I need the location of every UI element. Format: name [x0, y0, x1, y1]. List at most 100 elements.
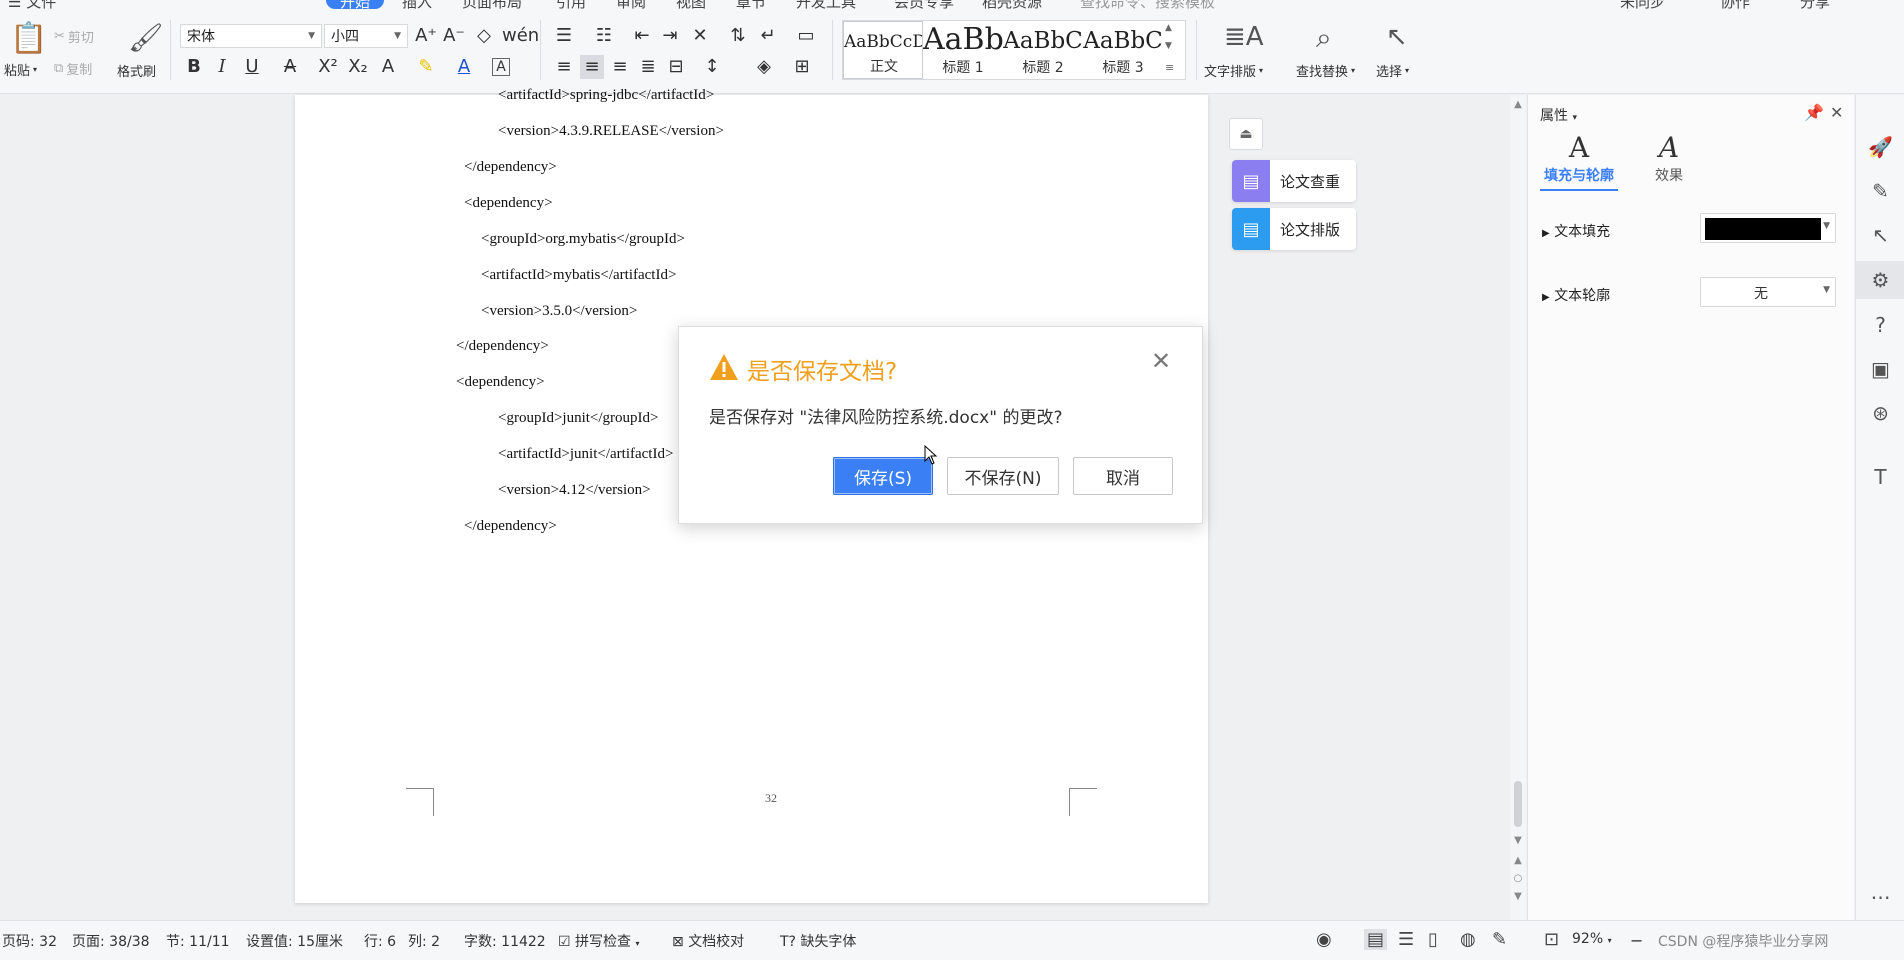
web-view-icon[interactable]: ◍: [1460, 929, 1476, 950]
gallery-down-icon[interactable]: ▼: [1165, 41, 1172, 51]
image-tools-icon[interactable]: ▣: [1856, 357, 1904, 381]
text-outline-row[interactable]: ▶ 文本轮廓: [1542, 285, 1610, 305]
close-icon[interactable]: ✕: [1830, 103, 1843, 122]
close-icon[interactable]: ✕: [1151, 349, 1171, 373]
scroll-down-icon[interactable]: ▼: [1510, 835, 1526, 846]
align-center-icon[interactable]: ≡: [580, 55, 604, 79]
missing-font-button[interactable]: T? 缺失字体: [780, 931, 856, 951]
text-layout-button[interactable]: 文字排版 ▾: [1204, 61, 1263, 80]
cancel-button[interactable]: 取消: [1073, 457, 1173, 495]
cursor-icon[interactable]: ↖: [1856, 223, 1904, 247]
line-spacing-icon[interactable]: ↕: [700, 55, 724, 79]
format-painter-icon[interactable]: 🖌: [128, 24, 164, 52]
collaborate-button[interactable]: 协作: [1720, 0, 1750, 10]
text-fill-color-picker[interactable]: ▼: [1700, 213, 1836, 243]
outline-view-icon[interactable]: ☰: [1398, 929, 1414, 950]
sort-icon[interactable]: ⇅: [726, 24, 750, 48]
bullet-list-icon[interactable]: ☰: [552, 24, 576, 48]
file-menu[interactable]: ☰ 文件: [8, 0, 56, 10]
paste-button[interactable]: 粘贴 ▾: [4, 60, 37, 79]
align-left-icon[interactable]: ≡: [552, 55, 576, 79]
justify-icon[interactable]: ≣: [636, 55, 660, 79]
status-page-code[interactable]: 页码: 32: [2, 931, 57, 951]
style-normal[interactable]: AaBbCcDd 正文: [843, 21, 923, 79]
char-border-icon[interactable]: A: [492, 58, 510, 76]
more-icon[interactable]: ⋯: [1856, 885, 1904, 909]
borders-icon[interactable]: ⊞: [790, 55, 814, 79]
thesis-format-button[interactable]: ▤ 论文排版: [1232, 208, 1356, 250]
gallery-more-icon[interactable]: ≡: [1165, 61, 1174, 74]
tab-review[interactable]: 审阅: [616, 0, 646, 10]
text-layout-icon[interactable]: ≣A: [1224, 24, 1264, 50]
superscript-icon[interactable]: X²: [316, 55, 340, 79]
phonetic-guide-icon[interactable]: wén: [502, 24, 539, 48]
text-outline-select[interactable]: 无 ▼: [1700, 277, 1836, 307]
sync-status[interactable]: 未同步: [1620, 0, 1665, 10]
status-section[interactable]: 节: 11/11: [166, 931, 230, 951]
paragraph-mark-icon[interactable]: ↵: [756, 24, 780, 48]
write-mode-icon[interactable]: ✎: [1492, 929, 1507, 950]
status-word-count[interactable]: 字数: 11422: [464, 931, 546, 951]
status-setting[interactable]: 设置值: 15厘米: [246, 931, 343, 951]
indent-icon[interactable]: ⇥: [658, 24, 682, 48]
style-heading-3[interactable]: AaBbC 标题 3: [1083, 21, 1163, 79]
vertical-scrollbar[interactable]: ▲ ▼ ▲ ○ ▼: [1510, 95, 1526, 920]
save-button[interactable]: 保存(S): [833, 457, 933, 495]
style-heading-2[interactable]: AaBbC 标题 2: [1003, 21, 1083, 79]
align-right-icon[interactable]: ≡: [608, 55, 632, 79]
status-pages[interactable]: 页面: 38/38: [72, 931, 150, 951]
reading-view-icon[interactable]: ▯: [1428, 929, 1438, 950]
tab-fill-outline[interactable]: A 填充与轮廓: [1540, 131, 1618, 191]
help-icon[interactable]: ?: [1856, 313, 1904, 337]
copy-button[interactable]: ⧉ 复制: [54, 59, 92, 78]
font-size-select[interactable]: 小四 ▼: [324, 24, 408, 48]
text-effect-icon[interactable]: A: [376, 55, 400, 79]
outdent-icon[interactable]: ⇤: [630, 24, 654, 48]
text-fill-row[interactable]: ▶ 文本填充: [1542, 221, 1610, 241]
gallery-up-icon[interactable]: ▲: [1165, 23, 1172, 33]
strikethrough-icon[interactable]: A: [278, 55, 302, 79]
fit-page-icon[interactable]: ⊡: [1544, 929, 1559, 950]
font-shrink-icon[interactable]: A⁻: [442, 24, 466, 48]
distribute-icon[interactable]: ⊟: [664, 55, 688, 79]
compass-icon[interactable]: ⊛: [1856, 401, 1904, 425]
collapse-panel-icon[interactable]: ⏏: [1229, 118, 1263, 150]
format-painter-button[interactable]: 格式刷: [117, 61, 156, 80]
prev-page-icon[interactable]: ▲: [1510, 855, 1526, 866]
rocket-icon[interactable]: 🚀: [1856, 135, 1904, 159]
chinese-layout-icon[interactable]: ✕: [688, 24, 712, 48]
font-name-select[interactable]: 宋体 ▼: [180, 24, 322, 48]
next-page-icon[interactable]: ▼: [1510, 891, 1526, 902]
tab-dev-tools[interactable]: 开发工具: [796, 0, 856, 10]
tab-docer[interactable]: 稻壳资源: [982, 0, 1042, 10]
page-view-icon[interactable]: ▤: [1364, 929, 1388, 950]
command-search[interactable]: 查找命令、搜索模板: [1080, 0, 1215, 10]
numbered-list-icon[interactable]: ☷: [592, 24, 616, 48]
pin-icon[interactable]: 📌: [1804, 103, 1824, 122]
properties-title[interactable]: 属性 ▾: [1540, 105, 1577, 125]
pointer-icon[interactable]: ↖: [1386, 24, 1408, 50]
tab-home[interactable]: 开始: [326, 0, 385, 10]
spell-check-button[interactable]: ☑ 拼写检查 ▾: [558, 931, 639, 951]
italic-icon[interactable]: I: [210, 55, 234, 79]
tab-effect[interactable]: A 效果: [1644, 131, 1694, 185]
style-heading-1[interactable]: AaBb 标题 1: [923, 21, 1003, 79]
tab-view[interactable]: 视图: [676, 0, 706, 10]
tab-references[interactable]: 引用: [556, 0, 586, 10]
select-button[interactable]: 选择 ▾: [1376, 61, 1409, 80]
doc-proof-button[interactable]: ⊠ 文档校对: [672, 931, 744, 951]
adjust-icon[interactable]: ⚙: [1856, 261, 1904, 299]
highlight-icon[interactable]: ✎: [414, 55, 438, 79]
status-col[interactable]: 列: 2: [408, 931, 440, 951]
status-row[interactable]: 行: 6: [364, 931, 396, 951]
find-replace-button[interactable]: 查找替换 ▾: [1296, 61, 1355, 80]
magnifier-icon[interactable]: ⌕: [1316, 24, 1332, 52]
select-browse-icon[interactable]: ○: [1510, 873, 1526, 884]
pen-icon[interactable]: ✎: [1856, 179, 1904, 203]
paste-icon[interactable]: 📋: [10, 24, 47, 54]
tab-section[interactable]: 章节: [736, 0, 766, 10]
bold-icon[interactable]: B: [182, 55, 206, 79]
tab-member[interactable]: 会员专享: [894, 0, 954, 10]
dont-save-button[interactable]: 不保存(N): [947, 457, 1059, 495]
clear-format-icon[interactable]: ◇: [472, 24, 496, 48]
